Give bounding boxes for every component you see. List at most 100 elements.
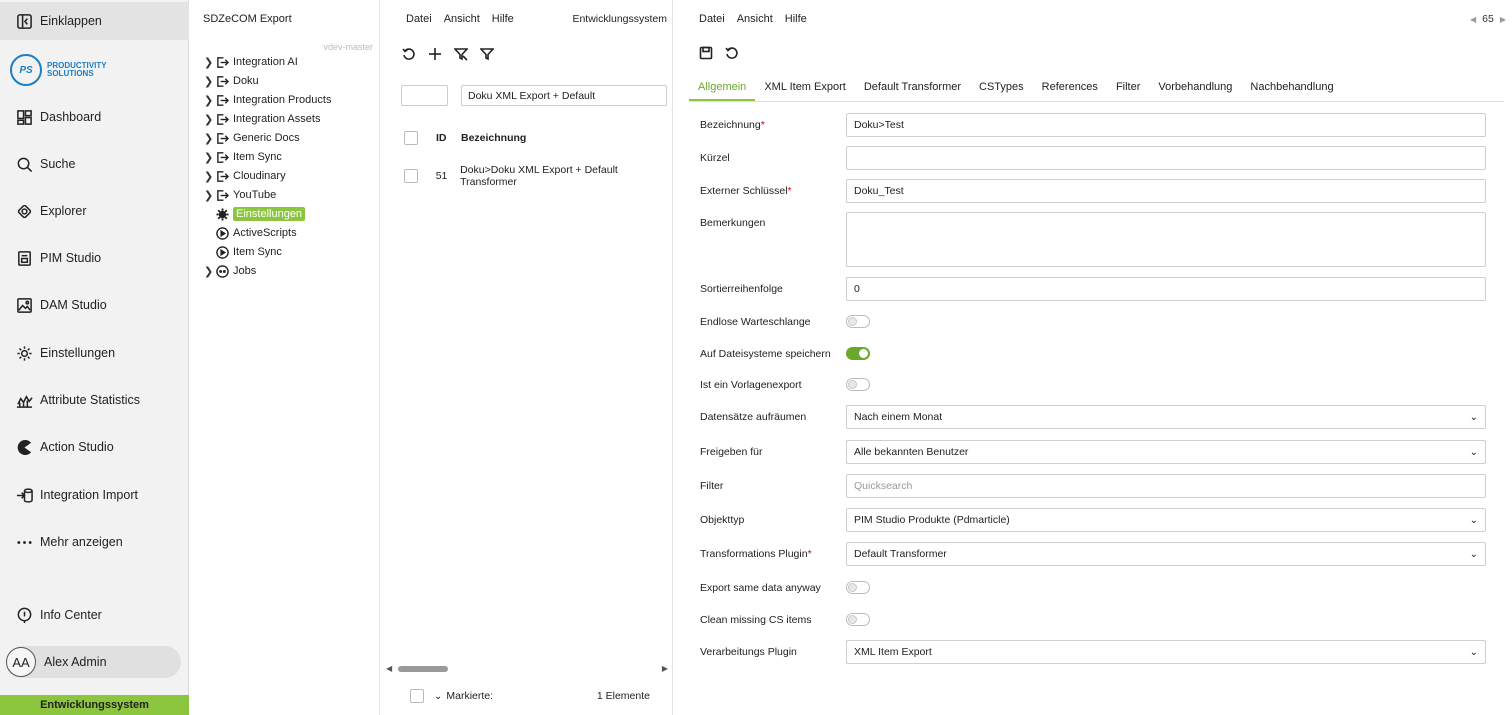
menu-hilfe[interactable]: Hilfe: [492, 13, 514, 25]
menu-ansicht[interactable]: Ansicht: [444, 13, 480, 25]
scrollbar-thumb[interactable]: [398, 666, 448, 672]
sort-order-input[interactable]: 0: [846, 277, 1486, 301]
scroll-right-icon[interactable]: ▶: [662, 664, 668, 673]
chevron-right-icon[interactable]: ❯: [204, 75, 214, 88]
processing-plugin-select[interactable]: XML Item Export ⌄: [846, 640, 1486, 664]
nav-item-mehr-anzeigen[interactable]: Mehr anzeigen: [0, 523, 189, 561]
menu-hilfe[interactable]: Hilfe: [785, 13, 807, 25]
chevron-right-icon[interactable]: ❯: [204, 151, 214, 164]
tree-item-generic-docs[interactable]: ❯ Generic Docs: [204, 129, 300, 147]
tab-vorbehandlung[interactable]: Vorbehandlung: [1149, 78, 1241, 101]
export-same-data-toggle[interactable]: [846, 581, 870, 594]
tab-default-transformer[interactable]: Default Transformer: [855, 78, 970, 101]
select-value: Default Transformer: [854, 548, 947, 560]
row-checkbox[interactable]: [404, 169, 418, 183]
menu-datei[interactable]: Datei: [699, 13, 725, 25]
quicksearch-input[interactable]: Quicksearch: [846, 474, 1486, 498]
column-header-name[interactable]: Bezeichnung: [461, 132, 526, 144]
info-center-label: Info Center: [40, 608, 102, 622]
collapse-icon: [15, 12, 33, 30]
field-label: Externer Schlüssel*: [700, 185, 792, 197]
tab-references[interactable]: References: [1033, 78, 1107, 101]
nav-item-dam-studio[interactable]: DAM Studio: [0, 286, 189, 324]
prev-record-icon[interactable]: ◀: [1470, 15, 1476, 24]
horizontal-scrollbar[interactable]: ◀ ▶: [386, 664, 668, 674]
nav-item-integration-import[interactable]: Integration Import: [0, 476, 189, 514]
template-export-toggle[interactable]: [846, 378, 870, 391]
filter-clear-icon[interactable]: [453, 47, 469, 66]
next-record-icon[interactable]: ▶: [1500, 15, 1506, 24]
name-filter-input[interactable]: Doku XML Export + Default: [461, 85, 667, 106]
nav-label: Einstellungen: [40, 346, 116, 360]
tab-filter[interactable]: Filter: [1107, 78, 1149, 101]
tree-item-integration-assets[interactable]: ❯ Integration Assets: [204, 110, 320, 128]
refresh-icon[interactable]: [725, 46, 739, 65]
bezeichnung-input[interactable]: Doku>Test: [846, 113, 1486, 137]
nav-label: Explorer: [40, 204, 87, 218]
save-to-filesystem-toggle[interactable]: [846, 347, 870, 360]
select-all-checkbox[interactable]: [404, 131, 418, 145]
tree-item-activescripts[interactable]: ActiveScripts: [204, 224, 297, 242]
field-label: Endlose Warteschlange: [700, 315, 811, 328]
save-icon[interactable]: [699, 46, 713, 65]
tree-item-item-sync[interactable]: ❯ Item Sync: [204, 148, 282, 166]
tree-item-label: Integration AI: [233, 56, 298, 68]
field-objekttyp: Objekttyp PIM Studio Produkte (Pdmarticl…: [700, 508, 1486, 532]
tab-cstypes[interactable]: CSTypes: [970, 78, 1033, 101]
scroll-left-icon[interactable]: ◀: [386, 664, 392, 673]
tree-item-integration-ai[interactable]: ❯ Integration AI: [204, 53, 298, 71]
add-icon[interactable]: [428, 47, 442, 66]
kuerzel-input[interactable]: [846, 146, 1486, 170]
tab-xml-item-export[interactable]: XML Item Export: [755, 78, 855, 101]
chevron-down-icon[interactable]: ⌄: [434, 691, 442, 702]
nav-item-explorer[interactable]: Explorer: [0, 192, 189, 230]
chevron-right-icon[interactable]: ❯: [204, 56, 214, 69]
nav-item-info-center[interactable]: Info Center: [0, 596, 189, 634]
external-key-input[interactable]: Doku_Test: [846, 179, 1486, 203]
object-type-select[interactable]: PIM Studio Produkte (Pdmarticle) ⌄: [846, 508, 1486, 532]
tree-item-einstellungen[interactable]: Einstellungen: [204, 205, 306, 223]
tree-item-youtube[interactable]: ❯ YouTube: [204, 186, 276, 204]
nav-item-suche[interactable]: Suche: [0, 145, 189, 183]
export-icon: [217, 94, 229, 106]
bemerkungen-textarea[interactable]: [846, 212, 1486, 267]
tree-item-jobs[interactable]: ❯ Jobs: [204, 262, 256, 280]
collapse-button[interactable]: Einklappen: [0, 2, 189, 40]
tab-nachbehandlung[interactable]: Nachbehandlung: [1241, 78, 1342, 101]
chevron-right-icon[interactable]: ❯: [204, 113, 214, 126]
table-row[interactable]: 51 Doku>Doku XML Export + Default Transf…: [404, 164, 672, 188]
nav-item-attribute-statistics[interactable]: Attribute Statistics: [0, 381, 189, 419]
endless-queue-toggle[interactable]: [846, 315, 870, 328]
tree-item-integration-products[interactable]: ❯ Integration Products: [204, 91, 331, 109]
tree-item-item-sync-script[interactable]: Item Sync: [204, 243, 282, 261]
cleanup-select[interactable]: Nach einem Monat ⌄: [846, 405, 1486, 429]
chevron-right-icon[interactable]: ❯: [204, 189, 214, 202]
chevron-right-icon[interactable]: ❯: [204, 170, 214, 183]
chevron-right-icon[interactable]: ❯: [204, 94, 214, 107]
tab-allgemein[interactable]: Allgemein: [689, 78, 756, 101]
user-menu[interactable]: AA Alex Admin: [6, 646, 181, 678]
share-select[interactable]: Alle bekannten Benutzer ⌄: [846, 440, 1486, 464]
refresh-icon[interactable]: [402, 47, 416, 66]
nav-item-einstellungen[interactable]: Einstellungen: [0, 334, 189, 372]
id-filter-input[interactable]: [401, 85, 448, 106]
chevron-right-icon[interactable]: ❯: [204, 132, 214, 145]
tree-item-label: Integration Products: [233, 94, 332, 106]
menu-datei[interactable]: Datei: [406, 13, 432, 25]
chevron-right-icon[interactable]: ❯: [204, 265, 214, 278]
footer-checkbox[interactable]: [410, 689, 424, 703]
nav-item-dashboard[interactable]: Dashboard: [0, 98, 189, 136]
field-endlose-warteschlange: Endlose Warteschlange: [700, 315, 1486, 328]
clean-missing-cs-toggle[interactable]: [846, 613, 870, 626]
jobs-icon: [216, 264, 229, 278]
column-header-id[interactable]: ID: [436, 132, 461, 144]
filter-icon[interactable]: [479, 47, 495, 66]
tree-item-doku[interactable]: ❯ Doku: [204, 72, 259, 90]
menu-ansicht[interactable]: Ansicht: [737, 13, 773, 25]
tree-item-cloudinary[interactable]: ❯ Cloudinary: [204, 167, 286, 185]
transformation-plugin-select[interactable]: Default Transformer ⌄: [846, 542, 1486, 566]
nav-item-action-studio[interactable]: Action Studio: [0, 428, 189, 466]
list-menu-bar: Datei Ansicht Hilfe: [406, 13, 514, 25]
nav-item-pim-studio[interactable]: PIM Studio: [0, 239, 189, 277]
record-number: 65: [1482, 13, 1494, 25]
